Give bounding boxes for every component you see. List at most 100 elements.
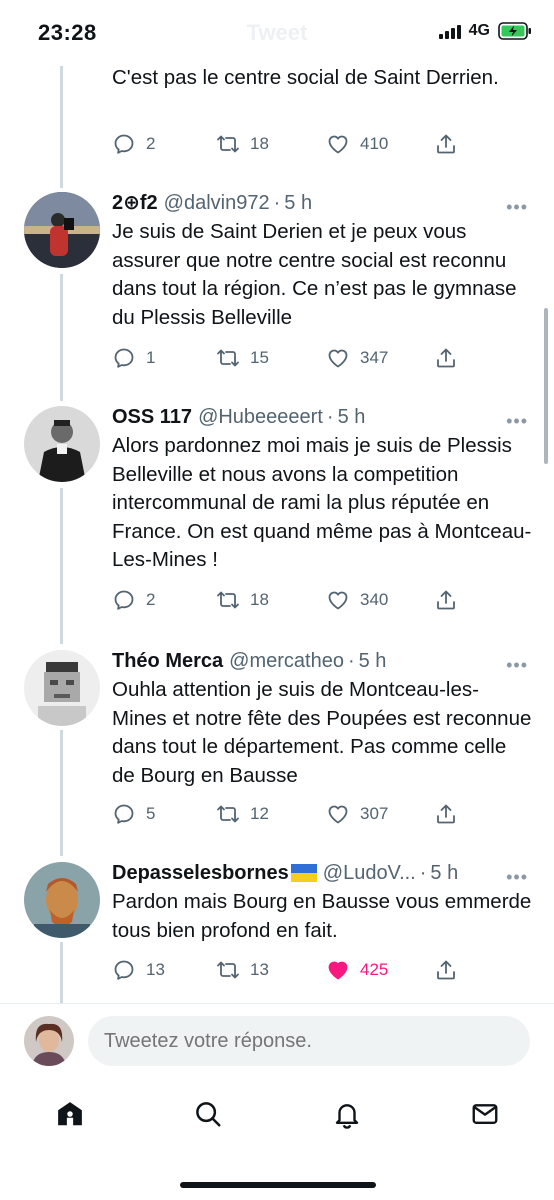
avatar[interactable] <box>24 192 100 268</box>
reply-count: 2 <box>146 590 156 609</box>
like-button[interactable]: 410 <box>326 130 388 158</box>
retweet-icon <box>217 805 239 823</box>
notifications-bell-icon <box>335 1104 359 1129</box>
battery-charging-icon <box>498 22 531 40</box>
retweet-icon <box>217 961 239 979</box>
display-name[interactable]: OSS 117 <box>112 403 192 431</box>
tweet[interactable]: Théo Merca @mercatheo · 5 h Ouhla attent… <box>0 644 554 856</box>
avatar[interactable] <box>24 862 100 938</box>
reply-button[interactable]: 5 <box>112 800 155 828</box>
reply-count: 5 <box>146 804 156 823</box>
retweet-button[interactable]: 18 <box>216 130 269 158</box>
reply-button[interactable]: 2 <box>112 130 155 158</box>
reply-button[interactable]: 13 <box>112 956 165 984</box>
tweet[interactable]: C'est pas le centre social de Saint Derr… <box>0 60 554 180</box>
reply-count: 1 <box>146 348 156 367</box>
heart-icon <box>328 805 348 824</box>
tab-messages[interactable] <box>467 1096 503 1132</box>
user-handle[interactable]: @dalvin972 <box>164 189 270 217</box>
heart-icon <box>328 591 348 610</box>
retweet-button[interactable]: 13 <box>216 956 269 984</box>
reply-bar <box>0 1004 554 1078</box>
separator-dot: · <box>326 406 334 428</box>
like-button[interactable]: 425 <box>326 956 388 984</box>
home-icon <box>58 1102 82 1126</box>
tweet[interactable]: 2⊕f2 @dalvin972 · 5 h Je suis de Saint D… <box>0 186 554 400</box>
more-options-icon[interactable]: ••• <box>506 412 528 430</box>
like-button[interactable]: 340 <box>326 586 388 614</box>
reply-button[interactable]: 1 <box>112 344 155 372</box>
status-time: 23:28 <box>38 20 97 45</box>
share-button[interactable] <box>434 586 458 614</box>
display-name[interactable]: 2⊕f2 <box>112 189 158 217</box>
retweet-count: 13 <box>250 960 269 979</box>
tweet-header: 2⊕f2 @dalvin972 · 5 h <box>112 189 532 217</box>
reply-icon <box>114 960 134 980</box>
tweet-text: Alors pardonnez moi mais je suis de Ples… <box>112 434 532 571</box>
display-name[interactable]: Théo Merca <box>112 647 223 675</box>
more-options-icon[interactable]: ••• <box>506 198 528 216</box>
retweet-count: 18 <box>250 134 269 153</box>
tweet-text: C'est pas le centre social de Saint Derr… <box>112 66 499 89</box>
timestamp[interactable]: 5 h <box>338 403 366 431</box>
retweet-icon <box>217 135 239 153</box>
reply-input[interactable] <box>88 1016 530 1066</box>
status-bar: Tweet 23:28 4G <box>0 0 554 66</box>
timestamp[interactable]: 5 h <box>359 647 387 675</box>
tab-bar <box>0 1080 554 1150</box>
separator-dot: · <box>419 862 427 884</box>
user-handle[interactable]: @Hubeeeeert <box>198 403 323 431</box>
share-icon <box>437 960 455 980</box>
avatar[interactable] <box>24 650 100 726</box>
avatar[interactable] <box>24 406 100 482</box>
tweet[interactable]: Depasselesbornes @LudoV... · 5 h Pardon … <box>0 856 554 1003</box>
more-options-icon[interactable]: ••• <box>506 868 528 886</box>
tab-search[interactable] <box>190 1096 226 1132</box>
share-button[interactable] <box>434 956 458 984</box>
like-button[interactable]: 347 <box>326 344 388 372</box>
separator-dot: · <box>347 650 355 672</box>
like-count: 425 <box>360 960 389 979</box>
tweet-header: Théo Merca @mercatheo · 5 h <box>112 647 532 675</box>
tweet-text: Ouhla attention je suis de Montceau-les-… <box>112 678 532 787</box>
user-handle[interactable]: @LudoV... <box>323 859 416 887</box>
share-icon <box>437 134 455 154</box>
tweet[interactable]: OSS 117 @Hubeeeeert · 5 h Alors pardonne… <box>0 400 554 642</box>
retweet-icon <box>217 591 239 609</box>
messages-envelope-icon <box>472 1104 498 1124</box>
more-options-icon[interactable]: ••• <box>506 656 528 674</box>
tab-home[interactable] <box>52 1096 88 1132</box>
reply-icon <box>114 590 134 610</box>
share-button[interactable] <box>434 130 458 158</box>
scrollbar[interactable] <box>544 308 548 464</box>
ukraine-flag-icon <box>290 864 317 882</box>
tab-notifications[interactable] <box>329 1096 365 1132</box>
user-handle[interactable]: @mercatheo <box>229 647 344 675</box>
tweet-text: Je suis de Saint Derien et je peux vous … <box>112 220 517 329</box>
reply-icon <box>114 804 134 824</box>
share-button[interactable] <box>434 800 458 828</box>
reply-icon <box>114 348 134 368</box>
reply-count: 13 <box>146 960 165 979</box>
retweet-icon <box>217 349 239 367</box>
retweet-button[interactable]: 12 <box>216 800 269 828</box>
network-type: 4G <box>468 22 490 39</box>
like-count: 307 <box>360 804 389 823</box>
search-icon <box>196 1102 221 1127</box>
like-button[interactable]: 307 <box>326 800 388 828</box>
reply-button[interactable]: 2 <box>112 586 155 614</box>
timestamp[interactable]: 5 h <box>284 189 312 217</box>
like-count: 410 <box>360 134 389 153</box>
heart-icon <box>328 135 348 154</box>
retweet-button[interactable]: 18 <box>216 586 269 614</box>
my-avatar <box>24 1016 74 1066</box>
share-icon <box>437 590 455 610</box>
retweet-button[interactable]: 15 <box>216 344 269 372</box>
reply-count: 2 <box>146 134 156 153</box>
reply-icon <box>114 134 134 154</box>
retweet-count: 15 <box>250 348 269 367</box>
share-button[interactable] <box>434 344 458 372</box>
display-name[interactable]: Depasselesbornes <box>112 859 289 887</box>
home-indicator[interactable] <box>180 1182 376 1188</box>
timestamp[interactable]: 5 h <box>430 859 458 887</box>
